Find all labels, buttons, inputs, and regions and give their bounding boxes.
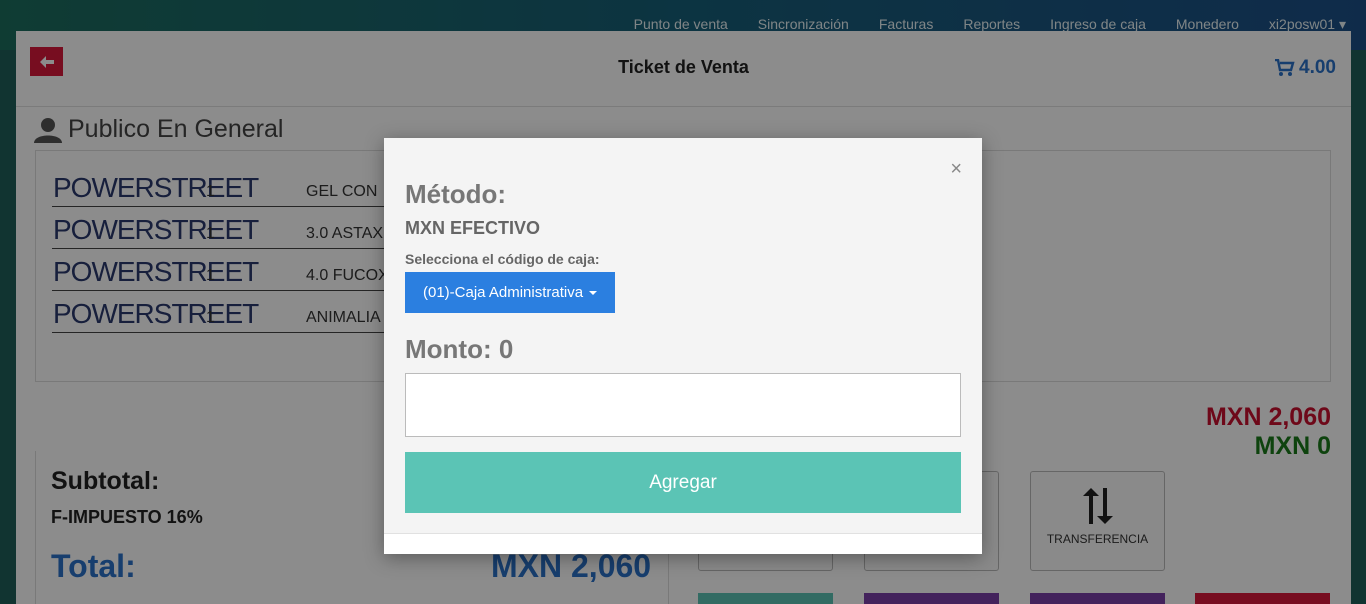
method-heading: Método:: [405, 179, 507, 209]
cash-register-label: Selecciona el código de caja:: [405, 251, 600, 267]
add-button[interactable]: Agregar: [405, 452, 961, 513]
modal-footer: [384, 534, 982, 554]
amount-heading: Monto: 0: [405, 334, 514, 364]
cash-register-dropdown[interactable]: (01)-Caja Administrativa: [405, 272, 616, 313]
payment-modal: × Método: MXN EFECTIVO Selecciona el cód…: [384, 138, 982, 554]
amount-input[interactable]: [405, 373, 961, 437]
caret-down-icon: [589, 290, 598, 295]
close-icon[interactable]: ×: [950, 158, 962, 181]
cash-register-selected: (01)-Caja Administrativa: [423, 284, 584, 301]
method-value: MXN EFECTIVO: [405, 218, 541, 238]
